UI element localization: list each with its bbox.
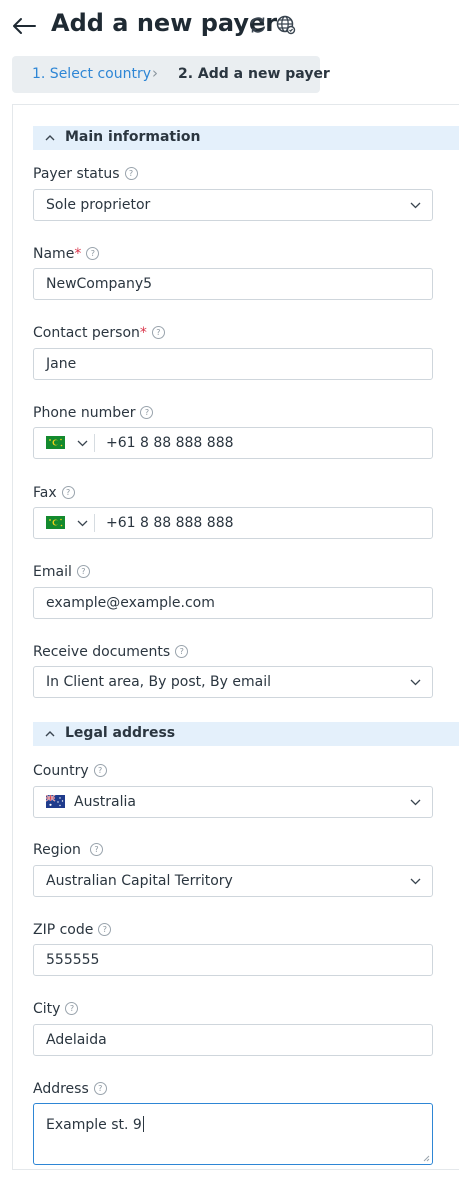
- step-add-payer: 2. Add a new payer: [178, 66, 330, 82]
- phone-number-input[interactable]: +61 8 88 888 888: [33, 427, 433, 459]
- chevron-down-icon: [410, 799, 421, 806]
- select-value: Australia: [74, 794, 136, 810]
- email-input[interactable]: example@example.com: [33, 587, 433, 619]
- label-text: Contact person: [33, 325, 140, 341]
- label-text: Country: [33, 763, 89, 779]
- label-text: Region: [33, 842, 81, 858]
- input-value: Adelaida: [46, 1032, 107, 1048]
- fax-label: Fax?: [33, 485, 75, 501]
- help-icon[interactable]: ?: [98, 922, 112, 936]
- section-main-information[interactable]: Main information: [33, 126, 459, 150]
- chevron-down-icon[interactable]: [77, 520, 88, 527]
- help-icon[interactable]: ?: [76, 564, 90, 578]
- input-value: +61 8 88 888 888: [106, 515, 234, 531]
- chevron-up-icon: [45, 135, 55, 141]
- section-legal-address[interactable]: Legal address: [33, 722, 459, 746]
- help-icon[interactable]: ?: [61, 485, 75, 499]
- chevron-down-icon: [410, 202, 421, 209]
- chevron-down-icon[interactable]: [77, 440, 88, 447]
- page-header: Add a new payer: [0, 0, 459, 52]
- contact-person-label: Contact person*?: [33, 325, 165, 341]
- required-mark: *: [139, 325, 147, 341]
- label-text: Phone number: [33, 405, 136, 421]
- section-label: Legal address: [65, 725, 176, 741]
- label-text: City: [33, 1001, 61, 1017]
- input-value: Jane: [46, 356, 77, 372]
- receive-documents-label: Receive documents?: [33, 644, 189, 660]
- input-value: example@example.com: [46, 595, 215, 611]
- city-label: City?: [33, 1001, 79, 1017]
- chevron-down-icon: [410, 679, 421, 686]
- select-value: Australian Capital Territory: [46, 873, 233, 889]
- step-select-country[interactable]: 1. Select country: [32, 66, 151, 82]
- step-separator: ›: [152, 64, 158, 82]
- resize-grip-icon[interactable]: [422, 1154, 430, 1162]
- phone-number-label: Phone number?: [33, 405, 154, 421]
- back-arrow-icon[interactable]: [10, 12, 38, 40]
- input-value: 555555: [46, 952, 100, 968]
- chevron-up-icon: [45, 731, 55, 737]
- globe-icon[interactable]: [276, 15, 296, 35]
- page-title: Add a new payer: [51, 9, 278, 37]
- cocos-islands-flag-icon[interactable]: [46, 436, 65, 449]
- cocos-islands-flag-icon[interactable]: [46, 516, 65, 529]
- divider: [94, 514, 95, 532]
- region-select[interactable]: Australian Capital Territory: [33, 865, 433, 897]
- label-text: Fax: [33, 485, 57, 501]
- help-icon[interactable]: ?: [93, 1081, 107, 1095]
- chevron-down-icon: [410, 878, 421, 885]
- help-icon[interactable]: ?: [93, 763, 107, 777]
- zip-code-input[interactable]: 555555: [33, 944, 433, 976]
- payer-status-label: Payer status?: [33, 166, 138, 182]
- australia-flag-icon: [46, 795, 65, 808]
- help-icon[interactable]: ?: [124, 166, 138, 180]
- payer-status-select[interactable]: Sole proprietor: [33, 189, 433, 221]
- label-text: Email: [33, 564, 72, 580]
- help-icon[interactable]: ?: [140, 405, 154, 419]
- address-label: Address?: [33, 1081, 107, 1097]
- label-text: ZIP code: [33, 922, 94, 938]
- country-select[interactable]: Australia: [33, 786, 433, 818]
- label-text: Payer status: [33, 166, 120, 182]
- input-value: +61 8 88 888 888: [106, 435, 234, 451]
- text-cursor: [142, 1116, 144, 1132]
- help-icon[interactable]: ?: [86, 246, 100, 260]
- name-label: Name*?: [33, 246, 100, 262]
- address-textarea[interactable]: Example st. 9: [33, 1103, 433, 1165]
- help-icon[interactable]: ?: [151, 325, 165, 339]
- help-icon[interactable]: ?: [175, 644, 189, 658]
- name-input[interactable]: NewCompany5: [33, 268, 433, 300]
- input-value: NewCompany5: [46, 276, 153, 292]
- label-text: Name: [33, 246, 75, 262]
- receive-documents-select[interactable]: In Client area, By post, By email: [33, 666, 433, 698]
- refresh-icon[interactable]: [248, 15, 268, 35]
- section-label: Main information: [65, 129, 201, 145]
- label-text: Receive documents: [33, 644, 171, 660]
- textarea-value: Example st. 9: [46, 1117, 142, 1133]
- select-value: Sole proprietor: [46, 197, 151, 213]
- city-input[interactable]: Adelaida: [33, 1024, 433, 1056]
- help-icon[interactable]: ?: [65, 1001, 79, 1015]
- select-value: In Client area, By post, By email: [46, 674, 271, 690]
- textarea-value-wrap: Example st. 9: [46, 1116, 144, 1133]
- divider: [94, 434, 95, 452]
- payer-form-card: [12, 104, 459, 1170]
- steps-breadcrumb: 1. Select country › 2. Add a new payer: [12, 56, 330, 93]
- region-label: Region?: [33, 842, 103, 858]
- zip-code-label: ZIP code?: [33, 922, 112, 938]
- country-label: Country?: [33, 763, 107, 779]
- required-mark: *: [74, 246, 82, 262]
- email-label: Email?: [33, 564, 90, 580]
- fax-input[interactable]: +61 8 88 888 888: [33, 507, 433, 539]
- contact-person-input[interactable]: Jane: [33, 348, 433, 380]
- help-icon[interactable]: ?: [89, 842, 103, 856]
- label-text: Address: [33, 1081, 89, 1097]
